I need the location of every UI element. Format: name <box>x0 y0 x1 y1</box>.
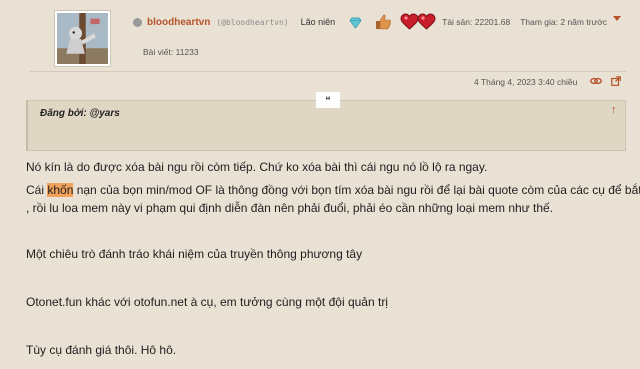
heart-badges <box>400 13 436 31</box>
post-header: bloodheartvn (@bloodheartvn) Lão niên Tà… <box>0 0 640 90</box>
post-paragraph-2-line-2: , rồi lu loa mem này vi phạm qui định di… <box>26 201 554 215</box>
author-meta-line: bloodheartvn (@bloodheartvn) Lão niên Tà… <box>133 13 608 31</box>
thumbs-up-icon <box>374 13 392 31</box>
post-paragraph-2-start: Cái <box>26 183 48 197</box>
avatar-image <box>57 13 108 64</box>
quote-block: “ Đăng bởi: @yars ↑ <box>26 92 626 151</box>
divider <box>30 71 626 72</box>
author-username[interactable]: bloodheartvn <box>147 17 210 28</box>
quote-mark-icon: “ <box>316 92 340 108</box>
post-paragraph-1: Nó kín là do được xóa bài ngu rồi còm ti… <box>26 160 488 174</box>
menu-caret-icon[interactable] <box>613 16 621 21</box>
post-paragraph-2-rest: nạn của bọn min/mod OF là thông đồng với… <box>73 183 640 197</box>
avatar[interactable] <box>55 11 110 66</box>
diamond-icon <box>349 16 362 29</box>
post-paragraph-4: Otonet.fun khác với otofun.net à cụ, em … <box>26 295 388 309</box>
link-icon[interactable] <box>590 76 602 86</box>
highlighted-word: khốn <box>47 183 74 197</box>
quote-author-label: Đăng bởi: @yars <box>40 108 120 119</box>
status-dot-icon <box>133 17 142 27</box>
author-joined: Tham gia: 2 năm trước <box>520 17 608 27</box>
post-paragraph-3: Một chiêu trò đánh tráo khái niệm của tr… <box>26 247 363 261</box>
author-assets: Tài sản: 22201.68 <box>442 17 511 27</box>
author-rank: Lão niên <box>300 17 336 27</box>
post-paragraph-5: Tùy cụ đánh giá thôi. Hô hô. <box>26 343 177 357</box>
post-paragraph-2: Cái khốn nạn của bọn min/mod OF là thông… <box>26 181 640 199</box>
share-icon[interactable] <box>611 76 621 86</box>
heart-icon <box>417 13 436 30</box>
author-post-count: Bài viết: 11233 <box>143 47 199 57</box>
post-date[interactable]: 4 Tháng 4, 2023 3:40 chiều <box>474 77 577 87</box>
author-handle: (@bloodheartvn) <box>216 17 289 27</box>
arrow-up-icon[interactable]: ↑ <box>611 104 617 116</box>
